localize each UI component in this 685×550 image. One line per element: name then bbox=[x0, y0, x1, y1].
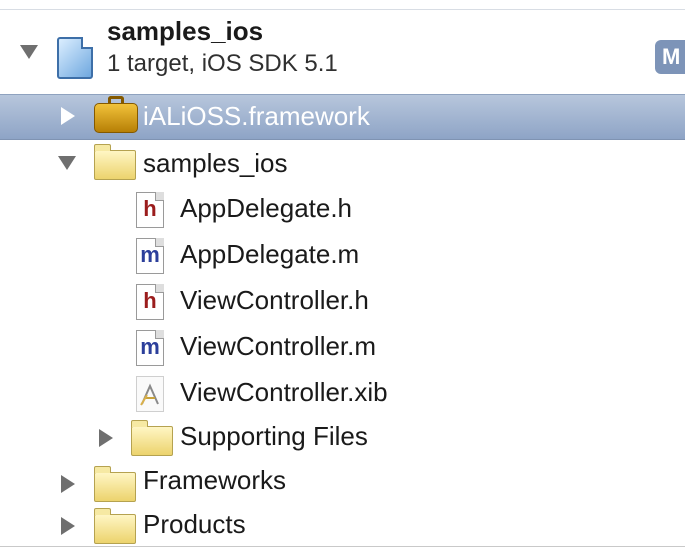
navigator-bottom-divider bbox=[0, 546, 685, 547]
tree-item-viewcontroller-m[interactable]: m ViewController.m bbox=[0, 324, 685, 370]
disclosure-triangle-expanded-icon[interactable] bbox=[20, 45, 38, 59]
tree-item-appdelegate-m[interactable]: m AppDelegate.m bbox=[0, 232, 685, 278]
tree-item-label: Frameworks bbox=[143, 465, 287, 495]
framework-toolbox-icon bbox=[94, 96, 138, 133]
project-navigator: samples_ios 1 target, iOS SDK 5.1 M iALi… bbox=[0, 0, 685, 550]
tree-item-label: Products bbox=[143, 509, 246, 539]
folder-icon bbox=[94, 144, 136, 180]
disclosure-triangle-collapsed-icon[interactable] bbox=[61, 107, 75, 125]
header-file-icon: h bbox=[136, 192, 164, 228]
tree-item-viewcontroller-h[interactable]: h ViewController.h bbox=[0, 278, 685, 324]
tree-item-label: samples_ios bbox=[143, 148, 288, 178]
tree-item-samples-ios-folder[interactable]: samples_ios bbox=[0, 140, 685, 186]
disclosure-triangle-collapsed-icon[interactable] bbox=[61, 517, 75, 535]
tree-item-label: ViewController.h bbox=[180, 285, 369, 315]
project-name: samples_ios bbox=[107, 16, 264, 46]
tree-item-label: Supporting Files bbox=[180, 421, 368, 451]
disclosure-triangle-expanded-icon[interactable] bbox=[58, 156, 76, 170]
tree-item-label: AppDelegate.h bbox=[180, 193, 353, 223]
disclosure-triangle-collapsed-icon[interactable] bbox=[99, 429, 113, 447]
tree-item-label: ViewController.m bbox=[180, 331, 377, 361]
header-file-icon: h bbox=[136, 284, 164, 320]
tree-item-frameworks[interactable]: Frameworks bbox=[0, 462, 685, 508]
disclosure-triangle-collapsed-icon[interactable] bbox=[61, 475, 75, 493]
xcode-project-icon bbox=[57, 37, 93, 79]
tree-item-label: iALiOSS.framework bbox=[143, 101, 370, 131]
xib-file-icon bbox=[136, 376, 164, 412]
tree-item-label: ViewController.xib bbox=[180, 377, 388, 407]
tree-item-products[interactable]: Products bbox=[0, 506, 685, 550]
project-subtitle: 1 target, iOS SDK 5.1 bbox=[107, 50, 338, 77]
folder-icon bbox=[94, 466, 136, 502]
tree-item-viewcontroller-xib[interactable]: ViewController.xib bbox=[0, 370, 685, 416]
tree-item-supporting-files[interactable]: Supporting Files bbox=[0, 416, 685, 462]
implementation-file-icon: m bbox=[136, 330, 164, 366]
modified-badge: M bbox=[655, 40, 685, 74]
folder-icon bbox=[94, 508, 136, 544]
implementation-file-icon: m bbox=[136, 238, 164, 274]
project-row[interactable]: samples_ios 1 target, iOS SDK 5.1 M bbox=[0, 10, 685, 92]
tree-item-ialioss-framework[interactable]: iALiOSS.framework bbox=[0, 94, 685, 140]
folder-icon bbox=[131, 420, 173, 456]
tree-item-appdelegate-h[interactable]: h AppDelegate.h bbox=[0, 186, 685, 232]
navigator-top-edge bbox=[0, 0, 685, 10]
xib-glyph-icon bbox=[140, 383, 159, 406]
tree-item-label: AppDelegate.m bbox=[180, 239, 360, 269]
